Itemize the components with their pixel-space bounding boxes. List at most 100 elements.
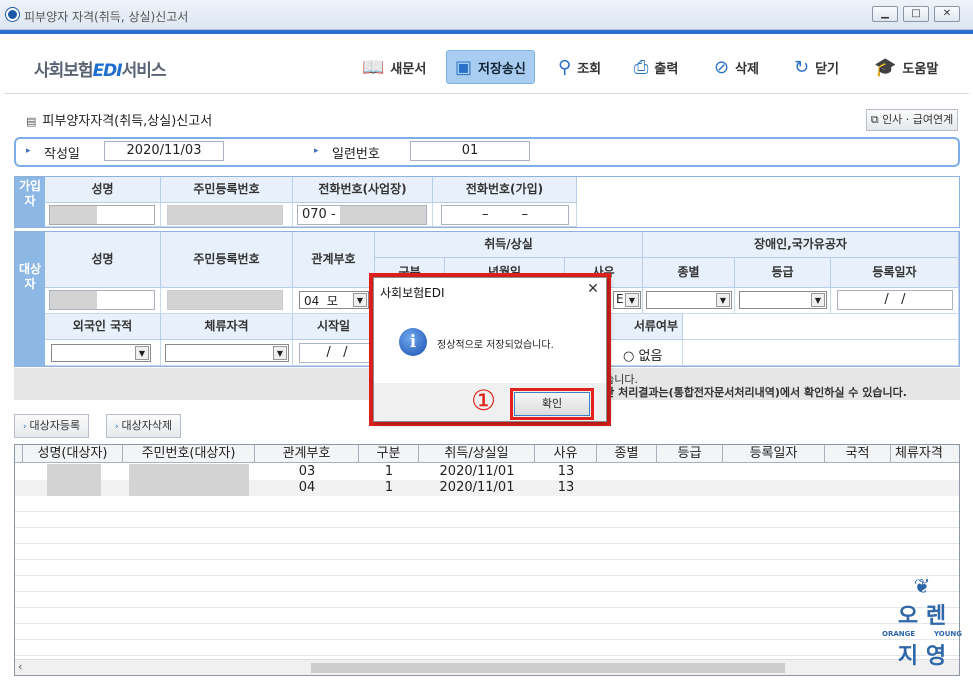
dialog-message: 정상적으로 저장되었습니다.: [437, 340, 554, 351]
doc-none-label: 없음: [638, 349, 663, 364]
maximize-button[interactable]: □: [903, 6, 929, 22]
target-name-header: 성명: [45, 232, 161, 288]
created-date-input[interactable]: 2020/11/03: [104, 141, 224, 161]
save-send-button[interactable]: ▣ 저장송신: [446, 50, 535, 84]
reg-date-header: 등록일자: [831, 258, 959, 288]
window-title: 피부양자 자격(취득, 상실)신고서: [24, 10, 189, 24]
scroll-thumb[interactable]: [311, 663, 785, 673]
subscriber-phone-work-header: 전화번호(사업장): [293, 177, 433, 203]
col-date[interactable]: 취득/상실일: [419, 445, 535, 463]
remove-target-label: 대상자삭제: [121, 419, 173, 432]
chevron-down-icon: ▼: [625, 293, 639, 307]
phone-work-value: 070 -: [302, 207, 336, 222]
brand-edi: EDI: [92, 61, 123, 81]
horizontal-scrollbar[interactable]: ‹: [15, 659, 959, 675]
col-gubun[interactable]: 구분: [359, 445, 419, 463]
col-stay[interactable]: 체류자격: [891, 445, 959, 463]
subscriber-rrn-input[interactable]: [167, 205, 283, 225]
hr-link-label: 인사 · 급여연계: [882, 113, 954, 126]
document-icon: ▤: [26, 115, 37, 128]
start-date-input[interactable]: / /: [299, 343, 375, 363]
toolbar: 사회보험EDI서비스 📖 새문서 ▣ 저장송신 ⚲ 조회 ⎙ 출력 ⊘ 삭제 ↻ 닫기 🎓 도…: [4, 34, 969, 94]
search-button[interactable]: ⚲ 조회: [550, 50, 609, 84]
kind-select[interactable]: ▼: [646, 291, 732, 309]
subscriber-rrn-header: 주민등록번호: [161, 177, 293, 203]
brand-suffix: 서비스: [121, 61, 167, 81]
hr-link-button[interactable]: ⧉ 인사 · 급여연계: [866, 109, 958, 131]
chevron-down-icon: ▼: [811, 293, 825, 307]
chevron-down-icon: ▼: [273, 346, 287, 360]
reason-select[interactable]: E ▼: [613, 291, 641, 309]
kind-cell: ▼: [643, 288, 735, 314]
add-target-label: 대상자등록: [29, 419, 81, 432]
target-name-input[interactable]: [49, 290, 155, 310]
col-rrn[interactable]: 주민번호(대상자): [123, 445, 255, 463]
search-label: 조회: [577, 61, 602, 77]
help-button[interactable]: 🎓 도움말: [866, 50, 946, 84]
close-button[interactable]: ↻ 닫기: [786, 50, 847, 84]
info-icon: i: [399, 328, 427, 356]
new-label: 새문서: [390, 61, 427, 77]
page-title: ▤ 피부양자자격(취득,상실)신고서: [26, 110, 212, 129]
floppy-icon: ▣: [455, 56, 473, 78]
grade-select[interactable]: ▼: [739, 291, 827, 309]
chevron-down-icon: ▼: [716, 293, 730, 307]
stay-status-header: 체류자격: [161, 314, 293, 340]
remove-target-button[interactable]: › 대상자삭제: [106, 414, 182, 438]
col-kind[interactable]: 종별: [597, 445, 657, 463]
acq-loss-header: 취득/상실: [375, 232, 643, 258]
minimize-button[interactable]: ▁: [872, 6, 898, 22]
target-relation-header: 관계부호: [293, 232, 375, 288]
table-row-header: [15, 445, 23, 463]
close-label: 닫기: [815, 61, 840, 77]
dialog-title: 사회보험EDI: [380, 286, 445, 300]
ok-button[interactable]: 확인: [514, 392, 590, 416]
subscriber-name-input[interactable]: [49, 205, 155, 225]
foreign-nationality-select[interactable]: ▼: [51, 344, 151, 362]
arrow-icon: ▸: [26, 146, 31, 156]
chevron-left-icon[interactable]: ‹: [18, 660, 22, 673]
subscriber-phone-home-header: 전화번호(가입): [433, 177, 577, 203]
target-relation-cell: 04 모 ▼: [293, 288, 375, 314]
table-row[interactable]: 04 1 2020/11/01 13: [15, 480, 959, 496]
serial-number-label: 일련번호: [332, 147, 380, 162]
subscriber-phone-home-input[interactable]: – –: [441, 205, 569, 225]
chevron-down-icon: ▼: [353, 293, 367, 307]
watermark: ❦ 오 렌 ORANGE YOUNG 지 영: [878, 574, 966, 684]
doc-none-radio[interactable]: ○ 없음: [623, 345, 662, 364]
book-icon: 📖: [362, 56, 385, 78]
new-document-button[interactable]: 📖 새문서: [354, 50, 434, 84]
notice-line-2: 대한 처리결과는(통합전자문서처리내역)에서 확인하실 수 있습니다.: [594, 386, 907, 399]
add-target-button[interactable]: › 대상자등록: [14, 414, 90, 438]
reg-date-input[interactable]: / /: [837, 290, 953, 310]
target-table: 성명(대상자) 주민번호(대상자) 관계부호 구분 취득/상실일 사유 종별 등…: [14, 444, 960, 676]
subscriber-name-cell: [45, 203, 161, 227]
delete-label: 삭제: [735, 61, 760, 77]
kind-header: 종별: [643, 258, 735, 288]
col-grade[interactable]: 등급: [657, 445, 723, 463]
col-nationality[interactable]: 국적: [825, 445, 891, 463]
dialog-close-icon[interactable]: ✕: [584, 281, 602, 297]
print-button[interactable]: ⎙ 출력: [626, 50, 686, 84]
col-name[interactable]: 성명(대상자): [23, 445, 123, 463]
target-rrn-input[interactable]: [167, 290, 283, 310]
stay-status-cell: ▼: [161, 340, 293, 366]
relation-select[interactable]: 04 모 ▼: [299, 291, 369, 309]
graduation-cap-icon: 🎓: [874, 56, 897, 78]
target-name-cell: [45, 288, 161, 314]
serial-number-input[interactable]: 01: [410, 141, 530, 161]
chevron-down-icon: ▼: [135, 346, 149, 360]
watermark-left: ORANGE: [882, 630, 916, 638]
table-row[interactable]: 03 1 2020/11/01 13: [15, 464, 959, 496]
created-date-label: 작성일: [44, 147, 80, 162]
delete-button[interactable]: ⊘ 삭제: [706, 50, 767, 84]
app-icon: [6, 8, 19, 21]
col-reason[interactable]: 사유: [535, 445, 597, 463]
foreign-nationality-cell: ▼: [45, 340, 161, 366]
target-rrn-header: 주민등록번호: [161, 232, 293, 288]
stay-status-select[interactable]: ▼: [165, 344, 289, 362]
window-close-button[interactable]: ✕: [934, 6, 960, 22]
subscriber-phone-work-input[interactable]: 070 -: [297, 205, 427, 225]
col-relation[interactable]: 관계부호: [255, 445, 359, 463]
col-reg-date[interactable]: 등록일자: [723, 445, 825, 463]
